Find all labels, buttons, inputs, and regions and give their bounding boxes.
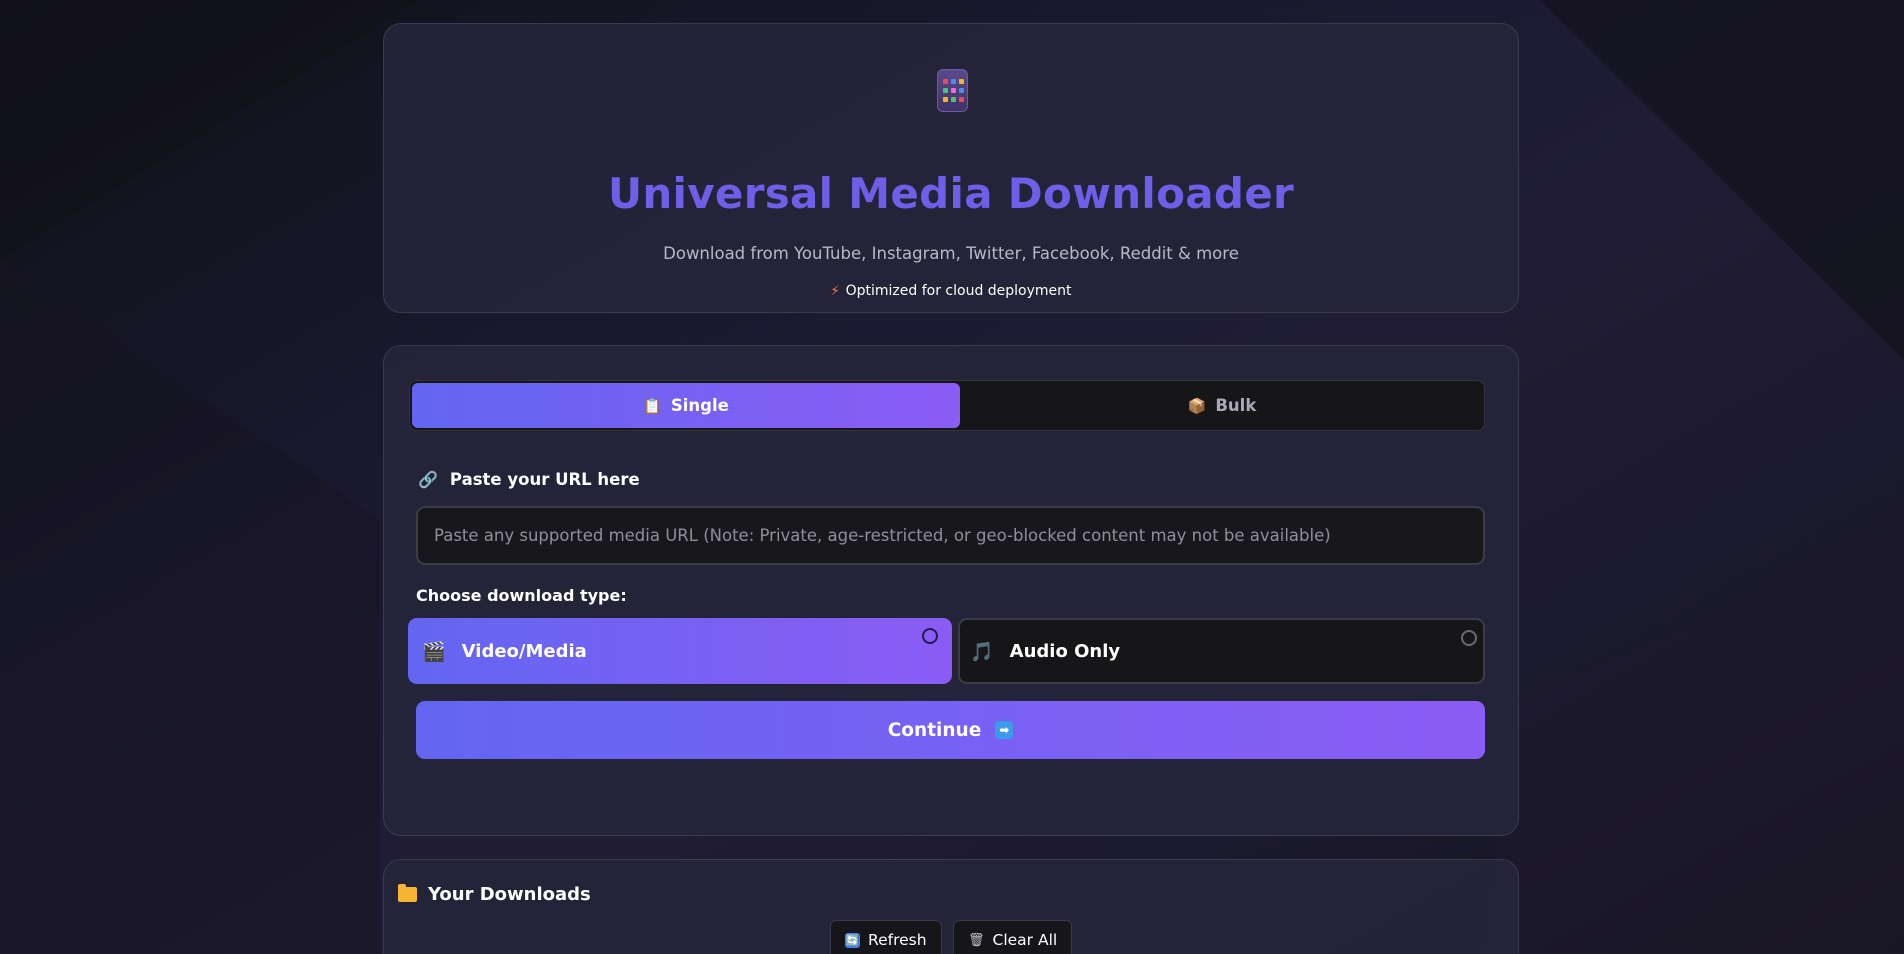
clear-all-button-label: Clear All <box>992 931 1058 949</box>
mobile-phone-icon <box>937 69 968 112</box>
mode-tabs: 📋 Single 📦 Bulk <box>409 380 1485 431</box>
package-box-icon: 📦 <box>1187 396 1207 415</box>
option-video-media[interactable]: 🎬 Video/Media <box>408 618 952 684</box>
tab-single[interactable]: 📋 Single <box>412 383 960 428</box>
header-card: Universal Media Downloader Download from… <box>383 23 1519 313</box>
refresh-icon: 🔄 <box>845 932 860 948</box>
lightning-bolt-icon: ⚡ <box>830 284 840 299</box>
downloads-title: Your Downloads <box>398 884 591 905</box>
option-audio-only[interactable]: 🎵 Audio Only <box>958 618 1485 684</box>
tab-bulk-label: Bulk <box>1215 396 1257 415</box>
clipboard-icon: 📋 <box>643 396 662 415</box>
video-radio[interactable] <box>922 628 938 644</box>
option-audio-only-label: Audio Only <box>1009 640 1121 662</box>
url-input[interactable] <box>416 506 1485 565</box>
audio-radio[interactable] <box>1461 630 1477 646</box>
refresh-button[interactable]: 🔄 Refresh <box>830 920 942 954</box>
download-form-card: 📋 Single 📦 Bulk 🔗 Paste your URL here Ch… <box>383 345 1519 836</box>
continue-button[interactable]: Continue ➡ <box>416 701 1485 759</box>
downloads-title-text: Your Downloads <box>428 884 591 905</box>
continue-button-label: Continue <box>887 719 982 741</box>
link-icon: 🔗 <box>418 470 438 489</box>
trash-icon: 🗑 <box>968 932 985 948</box>
right-arrow-icon: ➡ <box>995 721 1014 739</box>
tab-bulk[interactable]: 📦 Bulk <box>960 383 1484 428</box>
deployment-badge-text: Optimized for cloud deployment <box>845 283 1072 299</box>
tab-single-label: Single <box>670 396 729 415</box>
clapper-board-icon: 🎬 <box>422 640 446 663</box>
downloads-card: Your Downloads 🔄 Refresh 🗑 Clear All <box>383 859 1519 954</box>
deployment-badge: ⚡ Optimized for cloud deployment <box>384 283 1518 299</box>
option-video-media-label: Video/Media <box>461 640 587 662</box>
url-label-text: Paste your URL here <box>449 470 640 489</box>
clear-all-button[interactable]: 🗑 Clear All <box>953 920 1073 954</box>
download-type-label: Choose download type: <box>416 586 627 605</box>
page-subtitle: Download from YouTube, Instagram, Twitte… <box>663 244 1239 263</box>
folder-icon <box>398 884 417 902</box>
page-title: Universal Media Downloader <box>607 169 1295 218</box>
url-label: 🔗 Paste your URL here <box>418 470 640 489</box>
refresh-button-label: Refresh <box>868 931 927 949</box>
music-note-icon: 🎵 <box>970 640 994 663</box>
